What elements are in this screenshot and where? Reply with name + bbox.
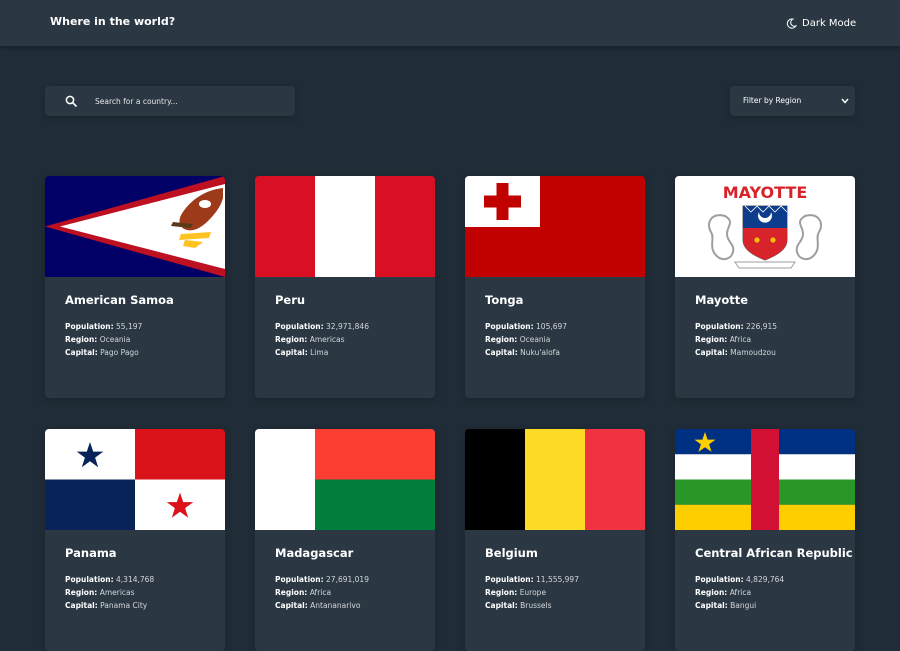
region-stat: Region: Africa [695, 588, 752, 597]
country-card-madagascar[interactable]: Madagascar Population: 27,691,019 Region… [255, 429, 435, 651]
moon-icon [786, 18, 797, 29]
country-name: Mayotte [695, 293, 749, 307]
capital-stat: Capital: Bangui [695, 601, 757, 610]
tonga-flag [465, 176, 645, 277]
panama-flag [45, 429, 225, 530]
region-stat: Region: Americas [275, 335, 345, 344]
country-card-peru[interactable]: Peru Population: 32,971,846 Region: Amer… [255, 176, 435, 398]
population-stat: Population: 105,697 [485, 322, 568, 331]
country-name: Madagascar [275, 546, 354, 560]
capital-stat: Capital: Panama City [65, 601, 148, 610]
app-title: Where in the world? [50, 15, 176, 28]
capital-stat: Capital: Nuku'alofa [485, 348, 560, 357]
madagascar-flag [255, 429, 435, 530]
chevron-down-icon [841, 98, 849, 104]
region-stat: Region: Africa [275, 588, 332, 597]
central-african-republic-flag [675, 429, 855, 530]
country-card-panama[interactable]: Panama Population: 4,314,768 Region: Ame… [45, 429, 225, 651]
population-stat: Population: 27,691,019 [275, 575, 369, 584]
search-box [45, 86, 295, 116]
region-filter-select[interactable]: Filter by Region [730, 86, 855, 116]
population-stat: Population: 226,915 [695, 322, 778, 331]
capital-stat: Capital: Pago Pago [65, 348, 139, 357]
region-stat: Region: Europe [485, 588, 547, 597]
country-card-belgium[interactable]: Belgium Population: 11,555,997 Region: E… [465, 429, 645, 651]
american-samoa-flag [45, 176, 225, 277]
search-input[interactable] [95, 86, 285, 116]
country-name: Peru [275, 293, 306, 307]
country-card-american-samoa[interactable]: American Samoa Population: 55,197 Region… [45, 176, 225, 398]
country-name: Tonga [485, 293, 524, 307]
population-stat: Population: 55,197 [65, 322, 143, 331]
country-name: Central African Republic [695, 546, 853, 560]
country-card-mayotte[interactable]: MAYOTTE Mayotte Population: 226,915 Regi… [675, 176, 855, 398]
region-stat: Region: Oceania [65, 335, 131, 344]
population-stat: Population: 11,555,997 [485, 575, 579, 584]
capital-stat: Capital: Mamoudzou [695, 348, 776, 357]
capital-stat: Capital: Brussels [485, 601, 552, 610]
mayotte-flag: MAYOTTE [675, 176, 855, 277]
app-header: Where in the world? Dark Mode [0, 0, 900, 46]
region-stat: Region: Americas [65, 588, 135, 597]
region-stat: Region: Africa [695, 335, 752, 344]
region-stat: Region: Oceania [485, 335, 551, 344]
capital-stat: Capital: Lima [275, 348, 329, 357]
capital-stat: Capital: Antananarivo [275, 601, 361, 610]
country-card-tonga[interactable]: Tonga Population: 105,697 Region: Oceani… [465, 176, 645, 398]
country-card-central-african-republic[interactable]: Central African Republic Population: 4,8… [675, 429, 855, 651]
peru-flag [255, 176, 435, 277]
country-name: Panama [65, 546, 117, 560]
country-name: Belgium [485, 546, 538, 560]
population-stat: Population: 4,314,768 [65, 575, 155, 584]
dark-mode-toggle[interactable]: Dark Mode [786, 15, 856, 31]
country-name: American Samoa [65, 293, 174, 307]
population-stat: Population: 4,829,764 [695, 575, 785, 584]
population-stat: Population: 32,971,846 [275, 322, 369, 331]
filter-label: Filter by Region [743, 96, 802, 105]
dark-mode-label: Dark Mode [802, 17, 857, 29]
search-icon [65, 95, 77, 107]
mayotte-flag-text: MAYOTTE [723, 183, 808, 202]
belgium-flag [465, 429, 645, 530]
